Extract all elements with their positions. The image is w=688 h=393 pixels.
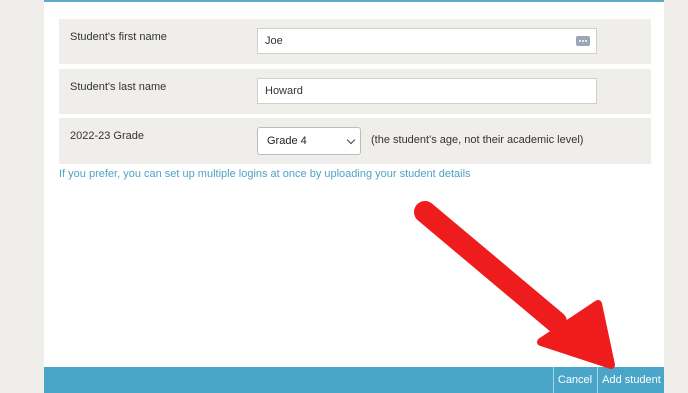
first-name-input[interactable]: Joe <box>257 28 597 54</box>
last-name-input[interactable]: Howard <box>257 78 597 104</box>
last-name-label: Student's last name <box>70 81 167 93</box>
first-name-row: Student's first name Joe <box>59 19 651 64</box>
first-name-value: Joe <box>265 35 283 47</box>
grade-selected-value: Grade 4 <box>267 135 307 147</box>
grade-hint: (the student's age, not their academic l… <box>371 134 584 146</box>
add-student-button[interactable]: Add student <box>597 367 665 393</box>
first-name-label: Student's first name <box>70 31 167 43</box>
last-name-row: Student's last name Howard <box>59 69 651 114</box>
chevron-down-icon <box>346 135 356 145</box>
top-divider <box>44 0 664 2</box>
grade-label: 2022-23 Grade <box>70 130 144 142</box>
password-manager-icon[interactable] <box>576 36 590 46</box>
grade-select[interactable]: Grade 4 <box>257 127 361 155</box>
cancel-button[interactable]: Cancel <box>553 367 596 393</box>
grade-row: 2022-23 Grade Grade 4 (the student's age… <box>59 118 651 164</box>
last-name-value: Howard <box>265 85 303 97</box>
upload-students-link[interactable]: If you prefer, you can set up multiple l… <box>59 168 471 180</box>
